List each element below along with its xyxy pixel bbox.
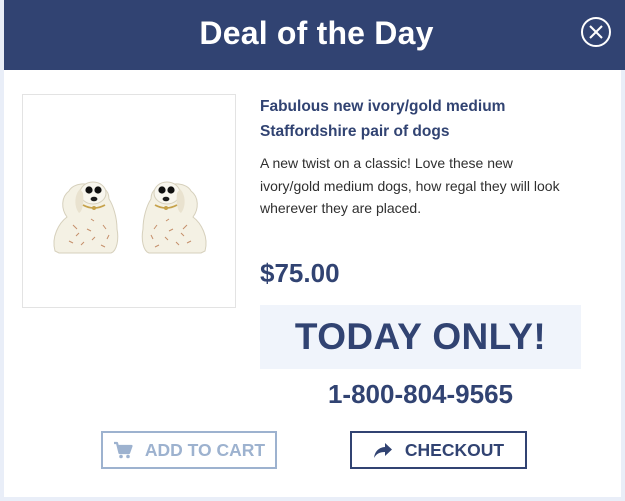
product-price: $75.00: [260, 258, 340, 288]
close-button[interactable]: [581, 17, 611, 47]
modal-header: Deal of the Day: [4, 0, 625, 70]
cart-icon: [113, 441, 133, 459]
deal-modal: Deal of the Day Fabulous new ivory/gold …: [0, 0, 625, 501]
checkout-button[interactable]: CHECKOUT: [350, 431, 527, 469]
product-description: A new twist on a classic! Love these new…: [260, 155, 560, 216]
add-to-cart-button[interactable]: ADD TO CART: [101, 431, 277, 469]
product-title[interactable]: Fabulous new ivory/gold medium Staffords…: [260, 94, 530, 144]
close-icon: [589, 25, 603, 39]
today-only-text: TODAY ONLY!: [294, 316, 547, 357]
today-only-banner: TODAY ONLY!: [260, 305, 581, 369]
add-to-cart-label: ADD TO CART: [144, 439, 266, 460]
share-arrow-icon: [373, 442, 393, 459]
phone-number[interactable]: 1-800-804-9565: [260, 373, 581, 415]
modal-title: Deal of the Day: [199, 15, 434, 51]
product-image-frame: [22, 94, 236, 308]
checkout-label: CHECKOUT: [404, 439, 505, 460]
staffordshire-dogs-image: [53, 181, 207, 254]
